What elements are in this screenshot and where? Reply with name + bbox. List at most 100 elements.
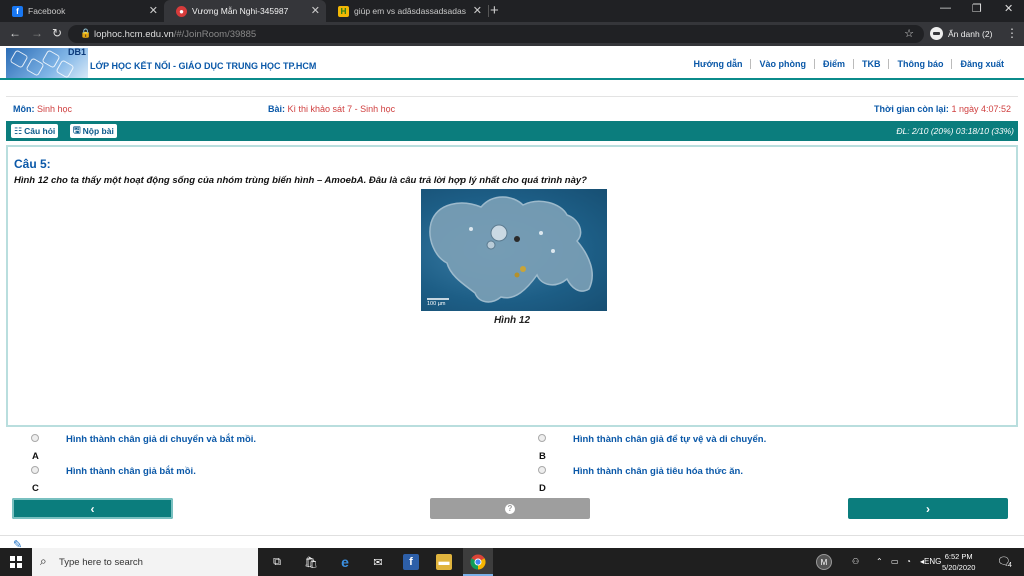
tray-chevron-icon[interactable]: ⌃ xyxy=(876,557,883,566)
hex-decoration xyxy=(55,59,75,79)
notification-count: 4 xyxy=(1008,562,1012,569)
question-number: Câu 5: xyxy=(14,157,51,171)
divider xyxy=(0,535,1024,536)
next-question-button[interactable]: › xyxy=(848,498,1008,519)
windows-start-icon[interactable] xyxy=(10,556,22,568)
clock-time: 6:52 PM xyxy=(944,552,973,561)
profile-label: Ẩn danh (2) xyxy=(948,28,993,39)
answer-radio-c[interactable] xyxy=(31,466,39,474)
chevron-left-icon: ‹ xyxy=(90,501,95,516)
browser-tab-strip: f Facebook ✕ ● Vương Mẫn Nghi-345987 ✕ H… xyxy=(0,0,1024,22)
question-toolbar: ☷ Câu hỏi 🖫 Nộp bài ĐL: 2/10 (20%) 03:18… xyxy=(6,121,1018,141)
wifi-icon[interactable]: ◔ xyxy=(906,557,911,566)
mail-icon[interactable]: ✉ xyxy=(370,554,386,570)
store-icon[interactable]: 🛍 xyxy=(303,554,319,570)
close-icon[interactable]: ✕ xyxy=(149,4,158,17)
tab-title: Facebook xyxy=(28,6,66,16)
nav-huong-dan[interactable]: Hướng dẫn xyxy=(686,59,751,69)
tab-title: giúp em vs adâsdassadsadas cầu xyxy=(354,6,466,16)
facebook-app-icon[interactable]: f xyxy=(403,554,419,570)
answer-radio-b[interactable] xyxy=(538,434,546,442)
answer-letter-b: B xyxy=(539,451,546,462)
user-avatar[interactable]: M xyxy=(816,554,832,570)
chevron-right-icon: › xyxy=(926,501,930,516)
tab-facebook[interactable]: f Facebook ✕ xyxy=(0,0,164,22)
url-text[interactable]: lophoc.hcm.edu.vn/#/JoinRoom/39885 xyxy=(94,29,256,40)
lesson-value: Kì thi khảo sát 7 - Sinh học xyxy=(287,104,396,114)
new-tab-button[interactable]: + xyxy=(490,2,499,19)
tab-separator xyxy=(488,5,489,17)
lesson-label: Bài: xyxy=(268,104,286,114)
subject-value: Sinh học xyxy=(37,104,73,114)
questions-label: Câu hỏi xyxy=(24,126,56,136)
nav-dang-xuat[interactable]: Đăng xuất xyxy=(951,59,1012,69)
tab-hoidap[interactable]: H giúp em vs adâsdassadsadas cầu ✕ xyxy=(326,0,488,22)
people-icon[interactable]: ⚇ xyxy=(852,557,859,566)
amoeba-figure: 100 µm xyxy=(421,189,607,311)
bookmark-star-icon[interactable]: ☆ xyxy=(904,27,914,40)
nav-tkb[interactable]: TKB xyxy=(852,59,889,69)
questions-button[interactable]: ☷ Câu hỏi xyxy=(11,124,59,138)
tab-quiz[interactable]: ● Vương Mẫn Nghi-345987 ✕ xyxy=(164,0,326,22)
nav-diem[interactable]: Điểm xyxy=(813,59,853,69)
hoidap-icon: H xyxy=(338,5,349,17)
site-icon: ● xyxy=(176,5,187,17)
site-header: DB1 LỚP HỌC KẾT NỐI - GIÁO DỤC TRUNG HỌC… xyxy=(0,46,1024,80)
time-label: Thời gian còn lại: xyxy=(874,104,949,114)
answer-letter-c: C xyxy=(32,483,39,494)
answer-text-a[interactable]: Hình thành chân giả di chuyển và bắt mồi… xyxy=(66,434,256,445)
address-bar[interactable]: 🔒 lophoc.hcm.edu.vn/#/JoinRoom/39885 ☆ xyxy=(68,25,924,43)
hex-decoration xyxy=(9,49,29,69)
browser-menu-icon[interactable]: ⋮ xyxy=(1006,26,1018,40)
submit-button[interactable]: 🖫 Nộp bài xyxy=(70,124,117,138)
answer-radio-d[interactable] xyxy=(538,466,546,474)
answer-text-b[interactable]: Hình thành chân giả để tự vệ và di chuyể… xyxy=(573,434,766,445)
answer-text-c[interactable]: Hình thành chân giả bắt mồi. xyxy=(66,466,196,477)
answer-letter-d: D xyxy=(539,483,546,494)
previous-question-button[interactable]: ‹ xyxy=(12,498,173,519)
nav-thong-bao[interactable]: Thông báo xyxy=(888,59,951,69)
close-icon[interactable]: ✕ xyxy=(473,4,482,17)
forward-icon[interactable]: → xyxy=(31,26,43,40)
minimize-icon[interactable]: — xyxy=(940,2,951,14)
browser-toolbar: ← → ↻ 🔒 lophoc.hcm.edu.vn/#/JoinRoom/398… xyxy=(0,22,1024,46)
edge-icon[interactable]: e xyxy=(337,554,353,570)
question-panel: Câu 5: Hình 12 cho ta thấy một hoạt động… xyxy=(6,145,1018,427)
search-placeholder: Type here to search xyxy=(59,557,143,568)
reload-icon[interactable]: ↻ xyxy=(52,26,62,40)
tab-title: Vương Mẫn Nghi-345987 xyxy=(192,6,289,16)
file-explorer-icon[interactable]: ▬ xyxy=(436,554,452,570)
progress-text: ĐL: 2/10 (20%) 03:18/10 (33%) xyxy=(896,126,1014,136)
language-indicator[interactable]: ENG xyxy=(924,557,941,566)
chrome-taskbar-button[interactable] xyxy=(463,548,493,576)
subject-label: Môn: xyxy=(13,104,35,114)
task-view-icon[interactable]: ⧉ xyxy=(269,554,285,570)
battery-icon[interactable]: ▭ xyxy=(891,557,899,566)
system-clock[interactable]: 6:52 PM 5/20/2020 xyxy=(942,551,975,573)
exam-info-row: Môn: Sinh học Bài: Kì thi khảo sát 7 - S… xyxy=(6,96,1018,120)
grid-icon: ☷ xyxy=(14,125,23,136)
nav-vao-phong[interactable]: Vào phòng xyxy=(750,59,814,69)
logo-code: DB1 xyxy=(68,47,87,57)
url-domain: lophoc.hcm.edu.vn xyxy=(94,29,174,40)
maximize-icon[interactable]: ❐ xyxy=(972,2,982,15)
window-close-icon[interactable]: ✕ xyxy=(1004,2,1013,15)
back-icon[interactable]: ← xyxy=(9,26,21,40)
clock-date: 5/20/2020 xyxy=(942,563,976,572)
incognito-profile-button[interactable]: Ẩn danh (2) xyxy=(930,27,992,40)
facebook-icon: f xyxy=(12,5,23,17)
answer-letter-a: A xyxy=(32,451,39,462)
question-mark-icon: ? xyxy=(505,503,515,514)
help-button[interactable]: ? xyxy=(430,498,590,519)
windows-taskbar: ⌕ Type here to search ⧉ 🛍 e ✉ f ▬ M ⚇ ⌃ … xyxy=(0,548,1024,576)
close-icon[interactable]: ✕ xyxy=(311,4,320,17)
taskbar-search[interactable]: ⌕ Type here to search xyxy=(32,548,258,576)
amoeba-illustration xyxy=(427,196,593,303)
answer-text-d[interactable]: Hình thành chân giả tiêu hóa thức ăn. xyxy=(573,466,743,477)
submit-label: Nộp bài xyxy=(82,126,114,136)
answer-radio-a[interactable] xyxy=(31,434,39,442)
url-path: /#/JoinRoom/39885 xyxy=(173,29,257,40)
top-nav: Hướng dẫn Vào phòng Điểm TKB Thông báo Đ… xyxy=(686,59,1012,69)
figure-caption: Hình 12 xyxy=(493,315,531,326)
time-value: 1 ngày 4:07:52 xyxy=(951,104,1011,114)
